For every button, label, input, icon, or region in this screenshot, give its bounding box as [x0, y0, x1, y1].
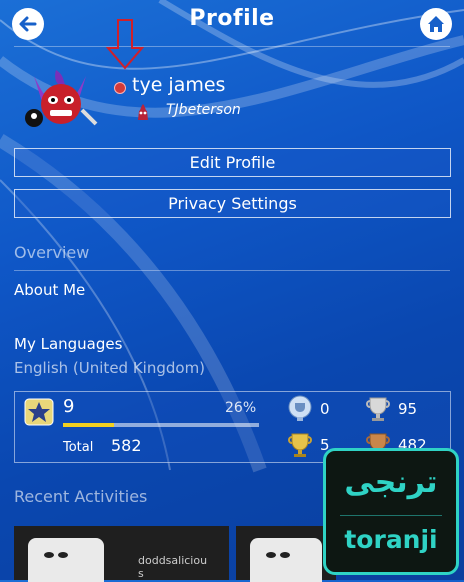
overview-divider	[14, 270, 450, 271]
privacy-settings-button[interactable]: Privacy Settings	[14, 189, 451, 218]
silver-trophy-icon	[366, 397, 390, 421]
home-button[interactable]	[420, 8, 452, 40]
avatar-eye	[44, 552, 54, 558]
trophy-level: 9	[63, 396, 75, 417]
toranji-watermark-logo: ترنجی toranji	[323, 448, 459, 575]
languages-value: English (United Kingdom)	[14, 359, 206, 377]
languages-label: My Languages	[14, 335, 123, 353]
level-progress-text: 26%	[225, 400, 257, 416]
activity-card[interactable]	[236, 526, 336, 582]
logo-arabic-text: ترنجی	[344, 465, 438, 500]
annotation-arrow-icon	[106, 19, 144, 70]
recent-activities-heading: Recent Activities	[14, 487, 148, 506]
home-icon	[428, 16, 444, 32]
platinum-count: 0	[320, 400, 330, 418]
level-progress-fill	[63, 423, 114, 427]
avatar-eye	[58, 552, 68, 558]
app-header: Profile	[0, 0, 464, 46]
edit-profile-button[interactable]: Edit Profile	[14, 148, 451, 177]
activity-avatar	[250, 538, 322, 582]
total-trophies: 582	[111, 436, 142, 455]
header-divider	[14, 46, 450, 47]
status-indicator-icon	[114, 82, 126, 94]
page-title: Profile	[189, 6, 275, 31]
avatar-eye	[280, 552, 290, 558]
platinum-trophy-icon	[288, 395, 312, 421]
activity-avatar	[28, 538, 104, 582]
profile-avatar[interactable]	[22, 66, 100, 130]
level-star-icon	[24, 398, 54, 426]
level-progress-bar	[63, 423, 259, 427]
about-me-label[interactable]: About Me	[14, 281, 85, 299]
online-id: TJbeterson	[166, 102, 241, 118]
total-label: Total	[63, 440, 94, 455]
overview-heading: Overview	[14, 243, 90, 262]
silver-count: 95	[398, 400, 418, 418]
activity-card[interactable]: doddsalicious	[14, 526, 229, 582]
gold-trophy-icon	[288, 433, 312, 457]
avatar-eye	[266, 552, 276, 558]
small-avatar-icon	[138, 104, 148, 120]
logo-latin-text: toranji	[344, 525, 438, 554]
logo-divider	[340, 515, 442, 516]
profile-name: tye james	[132, 74, 226, 96]
activity-user: doddsalicious	[138, 554, 208, 580]
